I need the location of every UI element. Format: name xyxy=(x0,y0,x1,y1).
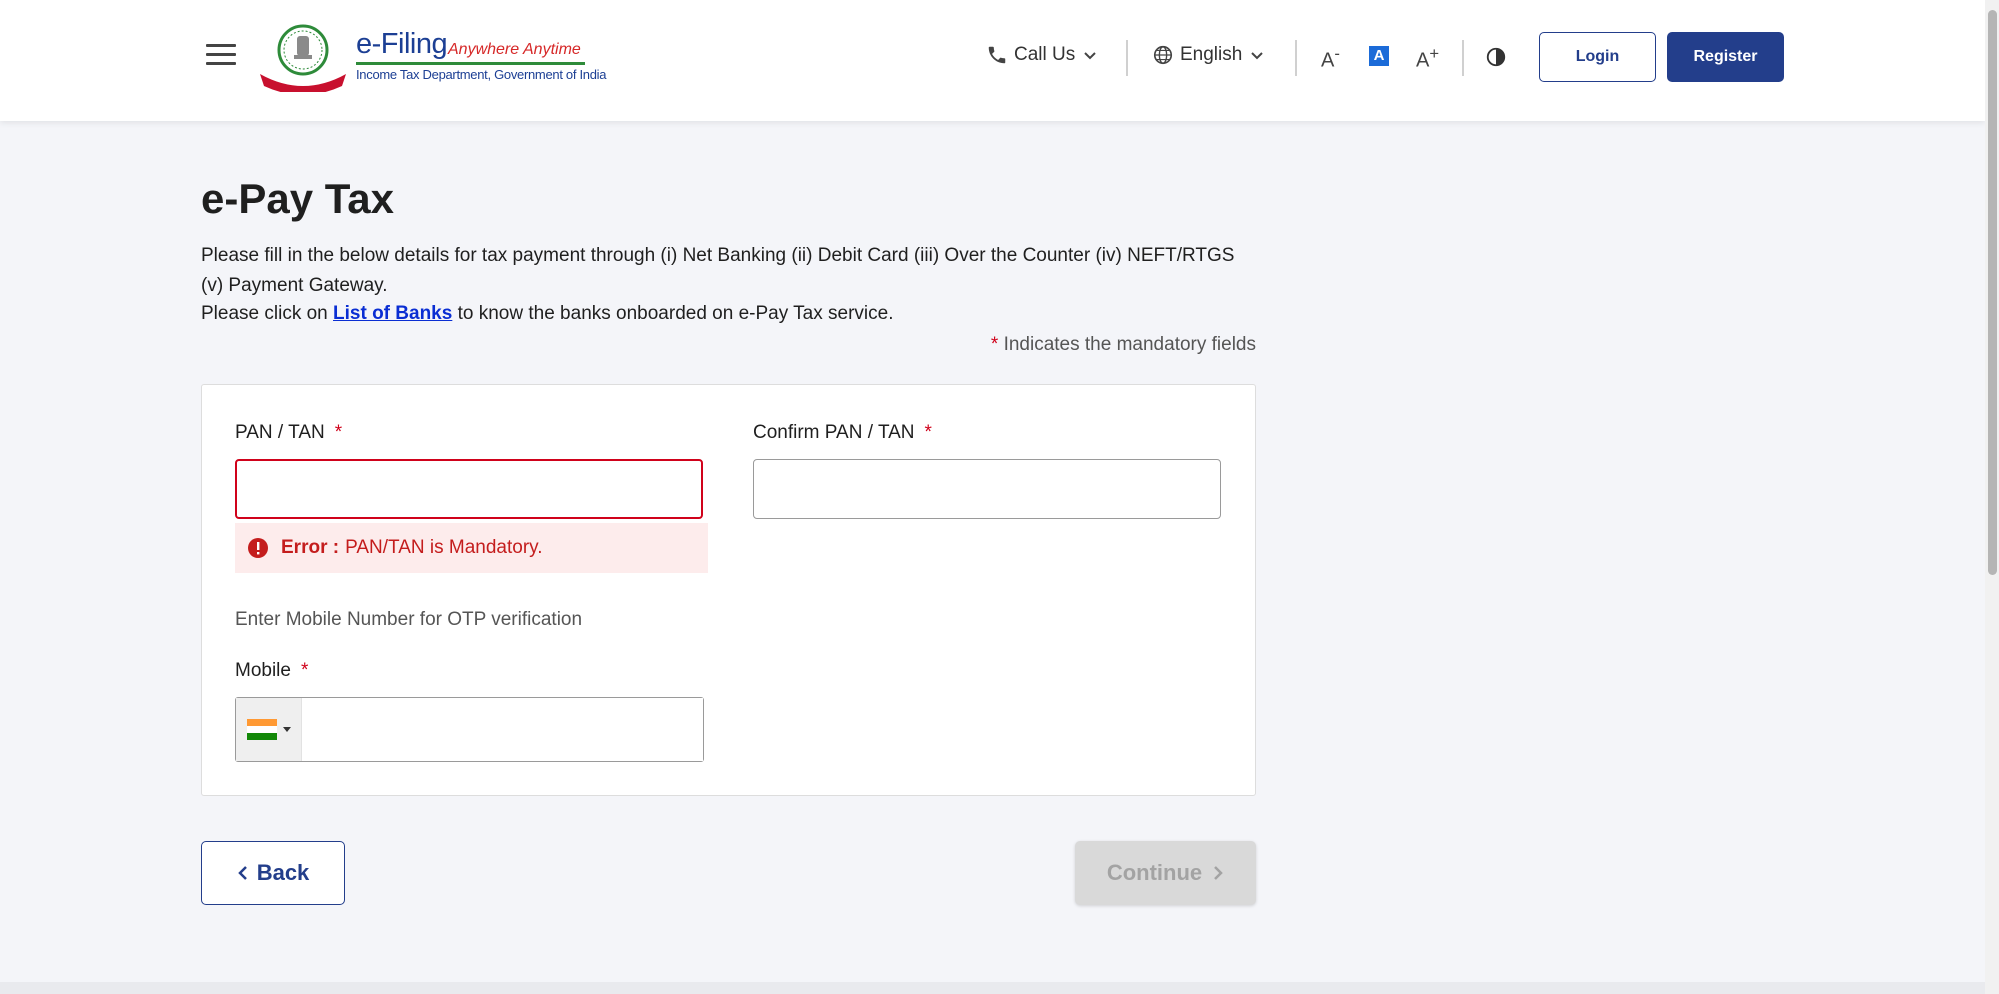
mobile-label-text: Mobile xyxy=(235,660,291,681)
caret-down-icon xyxy=(282,727,291,732)
required-star: * xyxy=(924,422,932,443)
back-button[interactable]: Back xyxy=(201,841,345,905)
login-button[interactable]: Login xyxy=(1539,32,1656,82)
font-increase-label: A xyxy=(1416,49,1430,72)
country-code-selector[interactable] xyxy=(236,698,302,761)
font-decrease-button[interactable]: A- xyxy=(1321,44,1340,73)
contrast-icon[interactable] xyxy=(1485,46,1507,68)
banks-suffix: to know the banks onboarded on e-Pay Tax… xyxy=(457,303,894,324)
call-us-dropdown[interactable]: Call Us xyxy=(986,44,1103,66)
language-label: English xyxy=(1180,44,1243,65)
chevron-down-icon xyxy=(1251,52,1264,60)
banks-prefix: Please click on xyxy=(201,303,328,324)
logo-title: e-Filing xyxy=(356,28,448,60)
mandatory-note: * Indicates the mandatory fields xyxy=(980,334,1256,356)
page-title: e-Pay Tax xyxy=(201,175,394,222)
error-icon xyxy=(248,538,268,558)
back-label: Back xyxy=(256,860,310,885)
otp-hint: Enter Mobile Number for OTP verification xyxy=(235,609,583,630)
continue-button[interactable]: Continue xyxy=(1075,841,1256,905)
chevron-left-icon xyxy=(237,866,247,880)
divider xyxy=(1462,40,1464,76)
mobile-field xyxy=(235,697,704,762)
chevron-down-icon xyxy=(1084,52,1096,60)
logo-tagline: Anywhere Anytime xyxy=(448,41,581,58)
mobile-label: Mobile * xyxy=(235,660,308,682)
confirm-pan-input[interactable] xyxy=(753,459,1221,519)
logo-department: Income Tax Department, Government of Ind… xyxy=(356,67,607,82)
divider xyxy=(1126,40,1128,76)
font-decrease-label: A xyxy=(1321,49,1335,72)
globe-icon xyxy=(1153,45,1173,65)
pan-input[interactable] xyxy=(235,459,703,519)
pan-label-text: PAN / TAN xyxy=(235,422,325,443)
register-button[interactable]: Register xyxy=(1667,32,1784,82)
phone-icon xyxy=(988,46,1006,64)
mobile-input[interactable] xyxy=(302,698,703,761)
confirm-pan-label-text: Confirm PAN / TAN xyxy=(753,422,915,443)
banks-info: Please click on List of Banks to know th… xyxy=(201,303,893,325)
error-prefix: Error : xyxy=(281,537,340,558)
scrollbar-thumb[interactable] xyxy=(1988,10,1997,575)
language-dropdown[interactable]: English xyxy=(1152,44,1270,66)
menu-icon[interactable] xyxy=(206,44,236,68)
call-us-label: Call Us xyxy=(1014,44,1076,65)
india-flag-icon xyxy=(246,719,277,740)
required-star: * xyxy=(990,334,999,355)
font-increase-button[interactable]: A+ xyxy=(1416,44,1439,73)
mandatory-note-text: Indicates the mandatory fields xyxy=(1003,334,1256,355)
top-header: e-Filing Anywhere Anytime Income Tax Dep… xyxy=(0,0,1985,121)
error-text: PAN/TAN is Mandatory. xyxy=(345,537,543,558)
required-star: * xyxy=(334,422,343,443)
income-tax-emblem-icon xyxy=(260,24,346,92)
continue-label: Continue xyxy=(1106,860,1203,885)
footer-edge xyxy=(0,982,1985,994)
list-of-banks-link[interactable]: List of Banks xyxy=(333,303,452,324)
font-normal-button[interactable]: A xyxy=(1369,46,1389,66)
logo-underline xyxy=(356,62,585,65)
chevron-right-icon xyxy=(1214,866,1223,880)
divider xyxy=(1295,40,1297,76)
confirm-pan-label: Confirm PAN / TAN * xyxy=(753,422,932,444)
intro-text: Please fill in the below details for tax… xyxy=(201,245,1235,296)
pan-error-message: Error : PAN/TAN is Mandatory. xyxy=(235,523,708,573)
pan-label: PAN / TAN * xyxy=(235,422,342,444)
required-star: * xyxy=(300,660,309,681)
